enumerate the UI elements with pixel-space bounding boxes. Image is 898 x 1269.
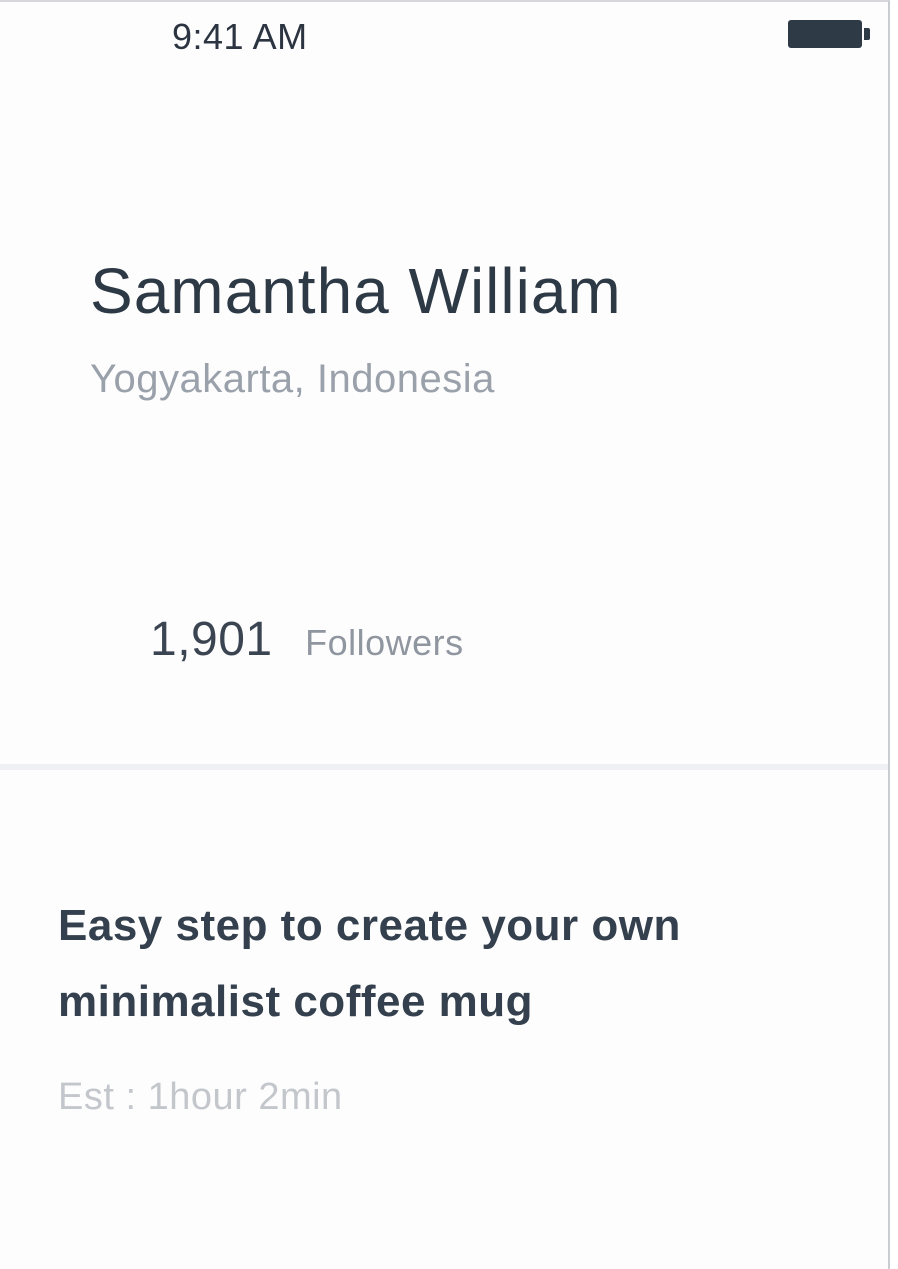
profile-name: Samantha William bbox=[90, 255, 622, 327]
phone-screen: 9:41 AM Samantha William Yogyakarta, Ind… bbox=[0, 0, 890, 1269]
followers-label: Followers bbox=[305, 622, 464, 663]
battery-cap-icon bbox=[864, 28, 870, 40]
followers-stat[interactable]: 1,901 Followers bbox=[150, 612, 464, 667]
followers-count: 1,901 bbox=[150, 613, 273, 666]
battery-full-icon bbox=[788, 20, 862, 48]
post-card[interactable]: Easy step to create your own minimalist … bbox=[0, 770, 888, 1269]
post-title: Easy step to create your own minimalist … bbox=[58, 901, 681, 1026]
post-estimate: Est : 1hour 2min bbox=[58, 1076, 343, 1118]
status-bar: 9:41 AM bbox=[0, 2, 888, 82]
status-time: 9:41 AM bbox=[172, 16, 308, 57]
profile-location: Yogyakarta, Indonesia bbox=[90, 357, 495, 401]
